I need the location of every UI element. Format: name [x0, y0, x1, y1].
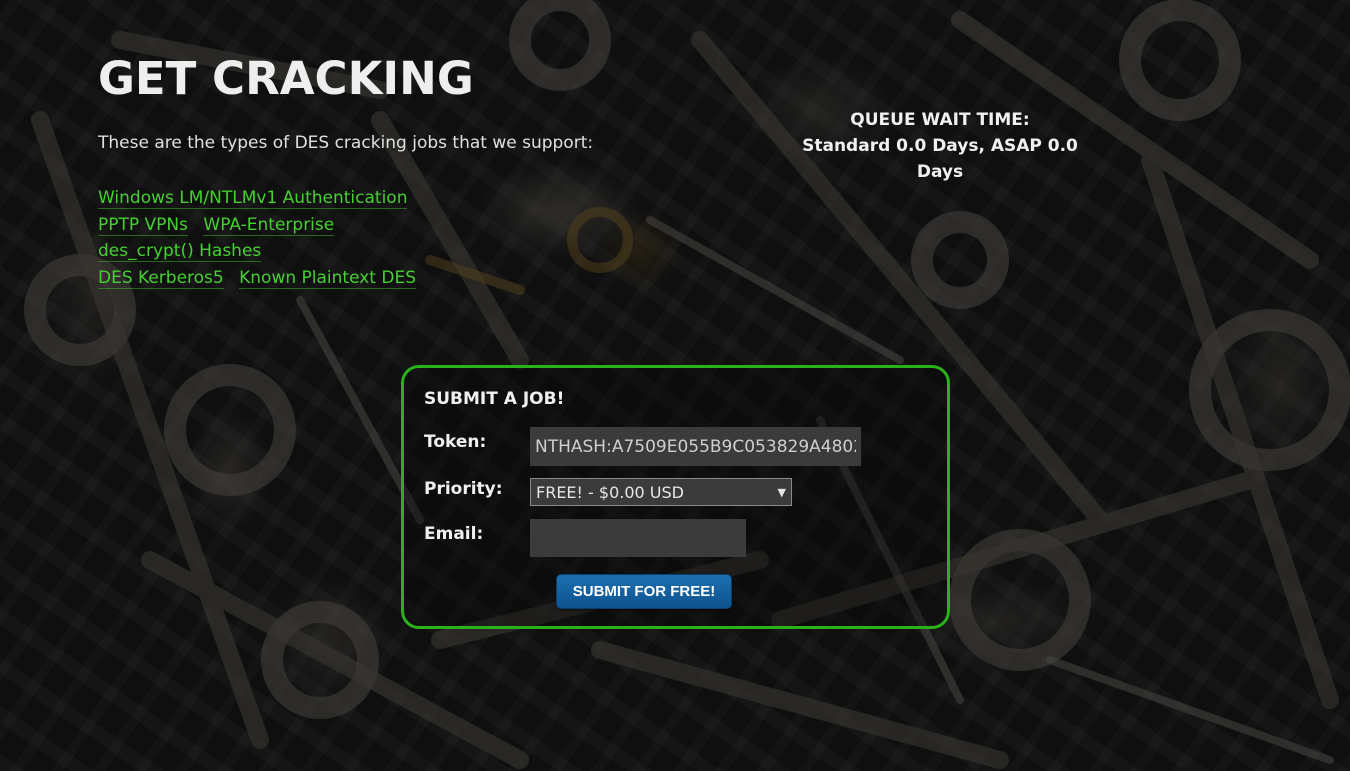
link-windows-lm-ntlmv1[interactable]: Windows LM/NTLMv1 Authentication — [98, 188, 408, 209]
job-types-list: Windows LM/NTLMv1 Authentication PPTP VP… — [98, 185, 426, 291]
job-types-row: PPTP VPNs WPA-Enterprise — [98, 212, 426, 239]
priority-selected-value: FREE! - $0.00 USD — [536, 482, 684, 502]
submit-job-form: SUBMIT A JOB! Token: Priority: FREE! - $… — [401, 365, 950, 629]
job-types-row: des_crypt() Hashes — [98, 238, 426, 265]
priority-select[interactable]: FREE! - $0.00 USD ▼ — [530, 478, 792, 506]
job-types-row: Windows LM/NTLMv1 Authentication — [98, 185, 426, 212]
priority-label: Priority: — [424, 479, 503, 499]
submit-button[interactable]: SUBMIT FOR FREE! — [556, 574, 732, 609]
queue-label: QUEUE WAIT TIME: — [850, 110, 1030, 130]
queue-wait-time: QUEUE WAIT TIME: Standard 0.0 Days, ASAP… — [790, 107, 1090, 185]
job-types-row: DES Kerberos5 Known Plaintext DES — [98, 265, 426, 292]
email-label: Email: — [424, 524, 484, 544]
page-title: GET CRACKING — [98, 52, 474, 105]
link-des-kerberos5[interactable]: DES Kerberos5 — [98, 267, 224, 289]
chevron-down-icon: ▼ — [777, 485, 786, 499]
email-field[interactable] — [530, 519, 746, 557]
link-known-plaintext-des[interactable]: Known Plaintext DES — [239, 267, 416, 289]
link-pptp-vpns[interactable]: PPTP VPNs — [98, 214, 188, 236]
link-des-crypt-hashes[interactable]: des_crypt() Hashes — [98, 241, 262, 262]
page-content: GET CRACKING These are the types of DES … — [0, 0, 1350, 771]
link-wpa-enterprise[interactable]: WPA-Enterprise — [203, 214, 335, 236]
form-title: SUBMIT A JOB! — [424, 389, 565, 409]
queue-value: Standard 0.0 Days, ASAP 0.0 Days — [802, 136, 1078, 182]
token-label: Token: — [424, 432, 487, 452]
intro-text: These are the types of DES cracking jobs… — [98, 133, 594, 153]
token-input[interactable] — [530, 427, 861, 466]
